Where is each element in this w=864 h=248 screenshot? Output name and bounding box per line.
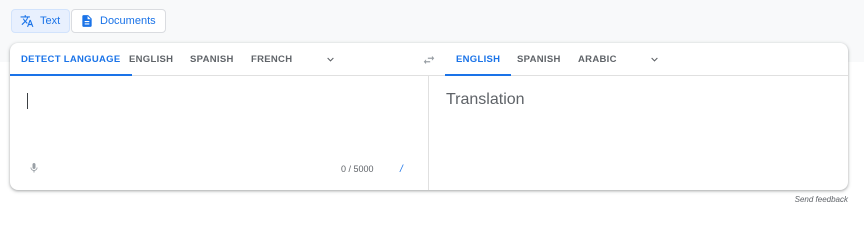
translator-card: DETECT LANGUAGE ENGLISH SPANISH FRENCH E… bbox=[10, 43, 848, 190]
tab-target-arabic[interactable]: ARABIC bbox=[578, 43, 617, 76]
document-icon bbox=[82, 15, 92, 27]
tab-source-spanish[interactable]: SPANISH bbox=[190, 43, 234, 76]
tab-source-english[interactable]: ENGLISH bbox=[129, 43, 173, 76]
translation-output: Translation bbox=[446, 91, 525, 108]
microphone-icon[interactable] bbox=[28, 161, 40, 175]
edit-toggle[interactable]: / bbox=[400, 164, 403, 175]
chevron-down-icon[interactable] bbox=[648, 53, 661, 66]
tab-target-spanish[interactable]: SPANISH bbox=[517, 43, 561, 76]
documents-mode-label: Documents bbox=[100, 15, 156, 27]
panel-divider bbox=[428, 76, 429, 190]
send-feedback-link[interactable]: Send feedback bbox=[795, 195, 848, 204]
swap-languages-icon[interactable] bbox=[422, 53, 436, 67]
chevron-down-icon[interactable] bbox=[324, 53, 337, 66]
tab-source-french[interactable]: FRENCH bbox=[251, 43, 292, 76]
language-tab-bar: DETECT LANGUAGE ENGLISH SPANISH FRENCH E… bbox=[10, 43, 848, 76]
text-mode-label: Text bbox=[40, 15, 61, 27]
translate-icon bbox=[20, 15, 34, 27]
tab-detect-language[interactable]: DETECT LANGUAGE bbox=[10, 43, 131, 76]
character-counter: 0 / 5000 bbox=[341, 164, 374, 174]
tab-target-english[interactable]: ENGLISH bbox=[444, 43, 512, 76]
text-mode-button[interactable]: Text bbox=[11, 9, 71, 33]
documents-mode-button[interactable]: Documents bbox=[71, 9, 166, 33]
source-text-input[interactable] bbox=[27, 93, 28, 109]
